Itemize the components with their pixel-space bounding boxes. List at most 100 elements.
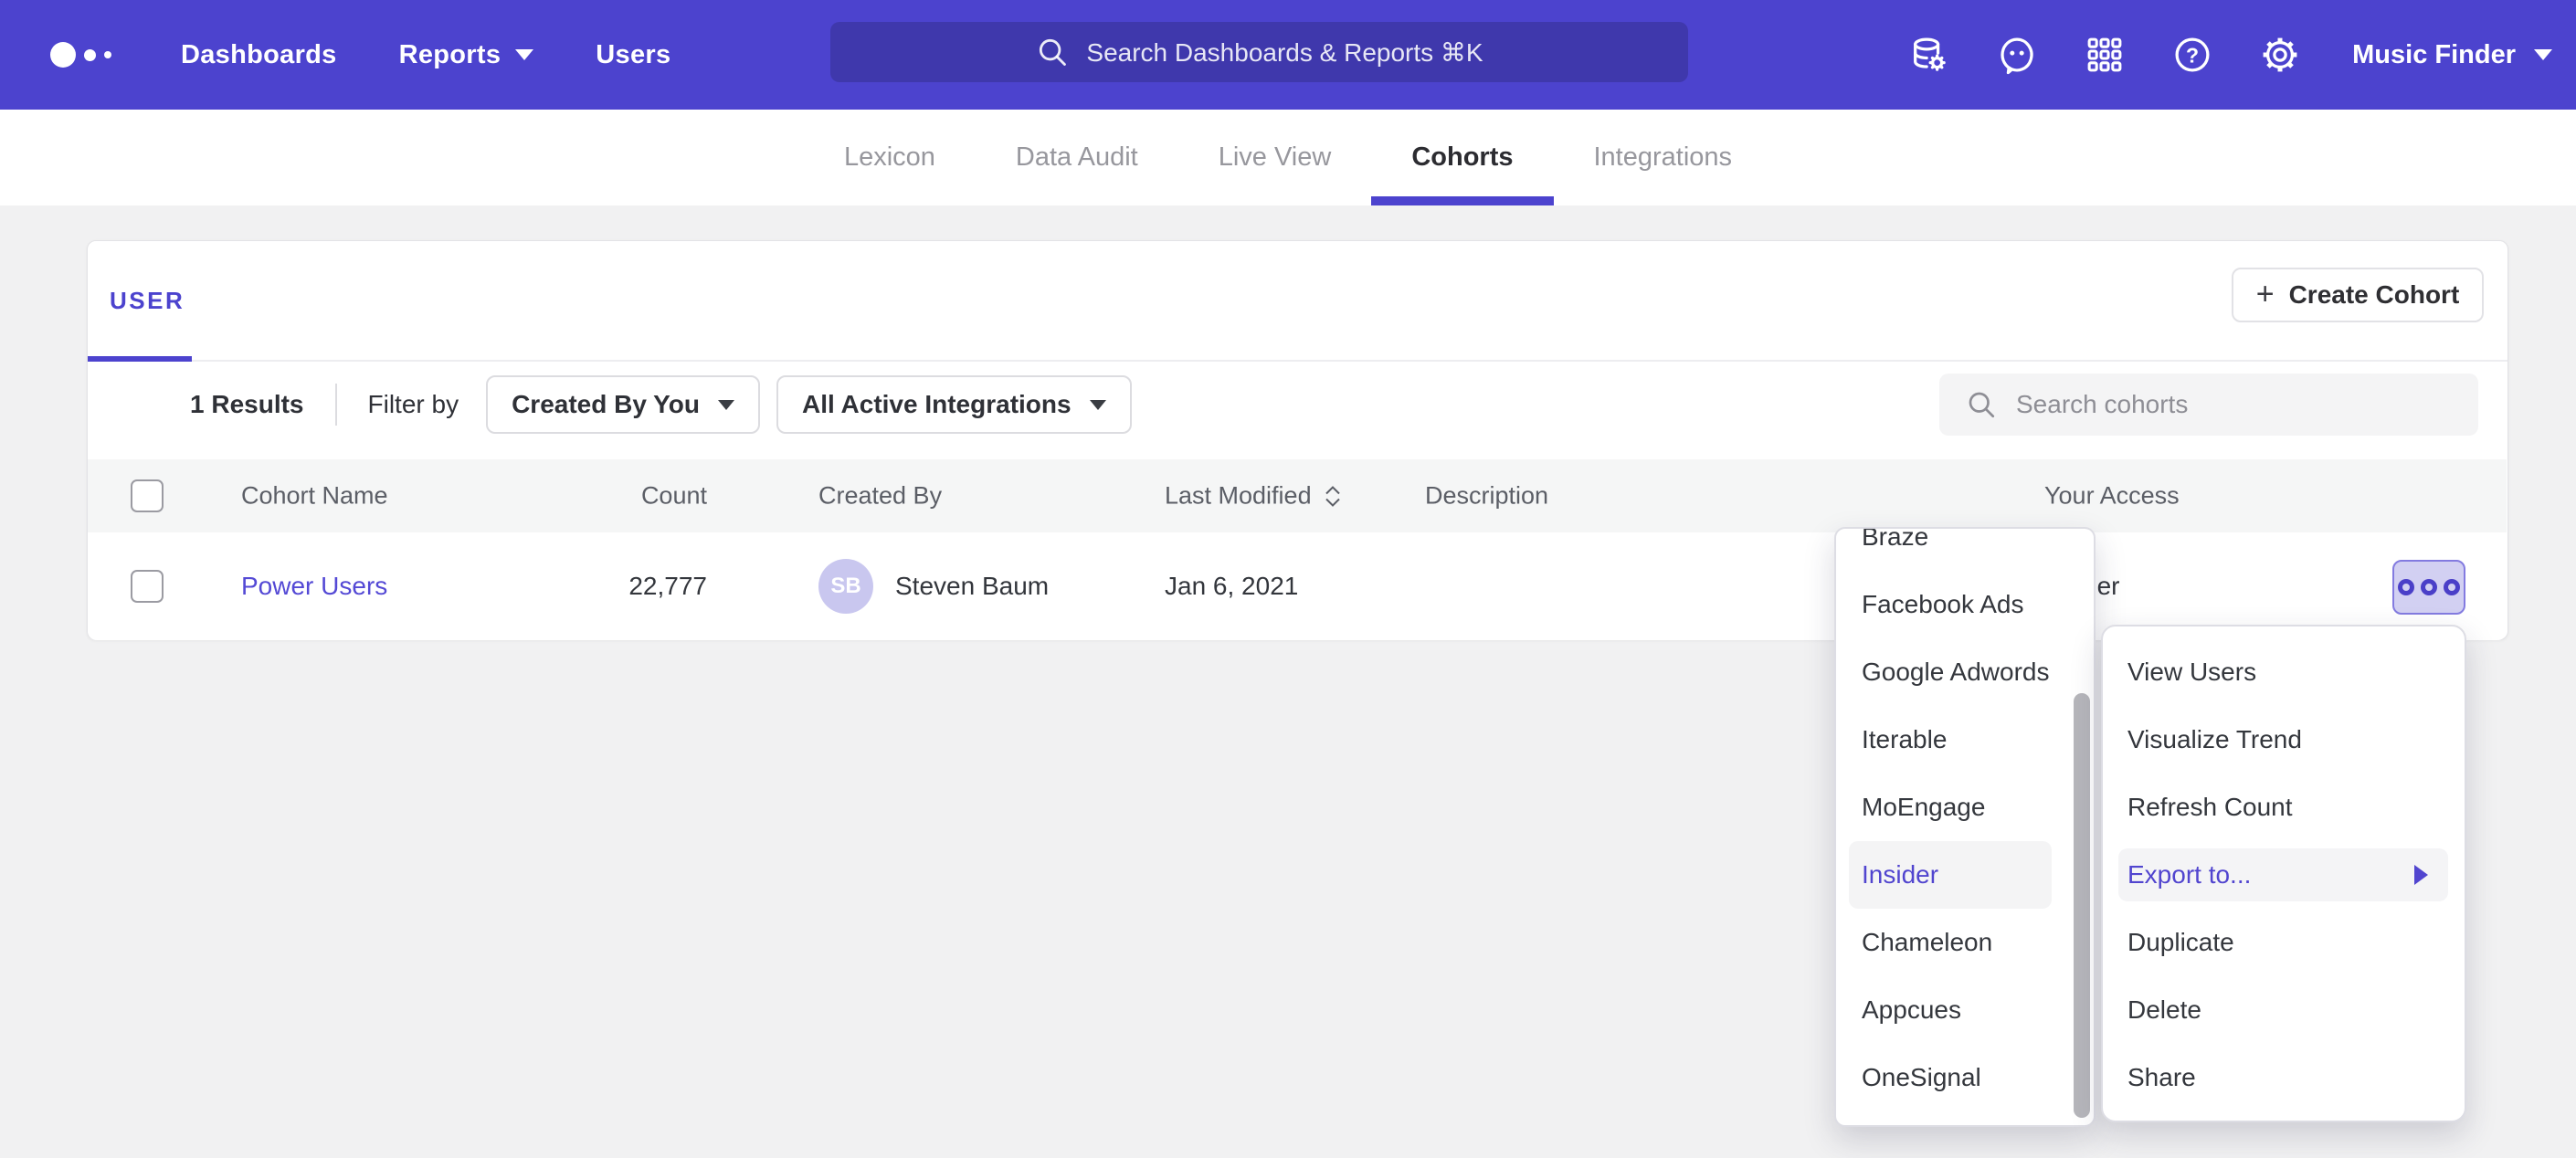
sort-icon [1325, 485, 1341, 507]
created-by-filter-value: Created By You [512, 390, 700, 419]
column-header-created-by: Created By [818, 482, 942, 511]
menu-item-refresh-count[interactable]: Refresh Count [2103, 774, 2465, 841]
chevron-down-icon [718, 400, 734, 410]
column-header-label: Last Modified [1165, 482, 1312, 511]
tab-cohorts[interactable]: Cohorts [1371, 110, 1553, 205]
more-dots-icon [2421, 579, 2437, 595]
plus-icon: + [2256, 279, 2275, 310]
column-header-cohort-name: Cohort Name [241, 482, 388, 511]
submenu-item-label: OneSignal [1862, 1063, 1981, 1092]
menu-item-view-users[interactable]: View Users [2103, 638, 2465, 706]
nav-item-users[interactable]: Users [596, 40, 670, 70]
logo-dot-icon [84, 49, 96, 61]
more-dots-icon [2398, 579, 2414, 595]
cohort-name-link[interactable]: Power Users [241, 572, 387, 600]
submenu-item-chameleon[interactable]: Chameleon [1836, 909, 2094, 976]
nav-item-dashboards[interactable]: Dashboards [181, 40, 337, 70]
column-header-last-modified[interactable]: Last Modified [1165, 482, 1341, 511]
cohorts-card: USER + Create Cohort 1 Results Filter by… [87, 240, 2508, 640]
menu-item-share[interactable]: Share [2103, 1044, 2465, 1111]
create-cohort-label: Create Cohort [2289, 280, 2460, 310]
tab-label: Live View [1219, 142, 1332, 173]
global-search-input[interactable]: Search Dashboards & Reports ⌘K [830, 22, 1688, 82]
nav-item-label: Reports [399, 40, 501, 70]
submenu-item-label: Iterable [1862, 725, 1947, 754]
results-count: 1 Results [190, 390, 304, 419]
chevron-down-icon [2534, 49, 2552, 60]
select-all-checkbox[interactable] [131, 479, 164, 512]
row-more-actions-button[interactable] [2392, 560, 2465, 615]
menu-item-label: Delete [2127, 995, 2201, 1025]
submenu-item-label: Facebook Ads [1862, 590, 2023, 619]
card-header-divider [88, 360, 2507, 362]
create-cohort-button[interactable]: + Create Cohort [2232, 268, 2484, 322]
tab-integrations[interactable]: Integrations [1554, 110, 1773, 205]
integrations-filter-value: All Active Integrations [802, 390, 1072, 419]
feedback-icon[interactable] [1996, 34, 2038, 76]
menu-item-label: Duplicate [2127, 928, 2234, 957]
created-by-filter-dropdown[interactable]: Created By You [486, 375, 760, 434]
menu-item-label: Refresh Count [2127, 793, 2293, 822]
integrations-filter-dropdown[interactable]: All Active Integrations [776, 375, 1132, 434]
export-to-submenu: Braze Facebook Ads Google Adwords Iterab… [1834, 527, 2096, 1127]
submenu-item-label: Insider [1862, 860, 1938, 890]
menu-item-label: Share [2127, 1063, 2196, 1092]
submenu-item-onesignal[interactable]: OneSignal [1836, 1044, 2094, 1111]
submenu-item-moengage[interactable]: MoEngage [1836, 774, 2094, 841]
navbar-left: Dashboards Reports Users [50, 0, 702, 110]
svg-text:?: ? [2186, 43, 2199, 67]
submenu-item-google-adwords[interactable]: Google Adwords [1836, 638, 2094, 706]
column-header-your-access: Your Access [2044, 482, 2180, 511]
more-dots-icon [2444, 579, 2460, 595]
project-switcher[interactable]: Music Finder [2352, 40, 2552, 70]
submenu-arrow-icon [2414, 865, 2428, 885]
search-cohorts-input[interactable]: Search cohorts [1939, 374, 2478, 436]
submenu-item-facebook-ads[interactable]: Facebook Ads [1836, 571, 2094, 638]
data-management-icon[interactable] [1908, 34, 1950, 76]
vertical-divider [335, 384, 337, 426]
nav-item-reports[interactable]: Reports [399, 40, 534, 70]
search-cohorts-placeholder: Search cohorts [2016, 390, 2188, 419]
tab-data-audit[interactable]: Data Audit [976, 110, 1178, 205]
chevron-down-icon [1090, 400, 1106, 410]
project-name: Music Finder [2352, 40, 2516, 70]
menu-item-duplicate[interactable]: Duplicate [2103, 909, 2465, 976]
submenu-item-insider[interactable]: Insider [1836, 841, 2094, 909]
submenu-item-braze[interactable]: Braze [1836, 527, 2094, 571]
tab-lexicon[interactable]: Lexicon [804, 110, 976, 205]
export-to-submenu-list: Braze Facebook Ads Google Adwords Iterab… [1836, 527, 2094, 1111]
row-context-menu: View Users Visualize Trend Refresh Count… [2101, 625, 2466, 1122]
submenu-item-appcues[interactable]: Appcues [1836, 976, 2094, 1044]
row-context-menu-list: View Users Visualize Trend Refresh Count… [2103, 638, 2465, 1111]
menu-item-export-to[interactable]: Export to... [2103, 841, 2465, 909]
row-checkbox-cell [131, 570, 164, 603]
last-modified-value: Jan 6, 2021 [1165, 572, 1298, 601]
search-icon [1965, 388, 1998, 421]
user-tab-underline [88, 356, 192, 362]
submenu-item-iterable[interactable]: Iterable [1836, 706, 2094, 774]
menu-item-label: View Users [2127, 658, 2256, 687]
filter-row: 1 Results Filter by Created By You All A… [190, 374, 1148, 436]
cohort-type-tab-user[interactable]: USER [110, 287, 185, 315]
submenu-scrollbar-thumb[interactable] [2074, 693, 2090, 1118]
tab-live-view[interactable]: Live View [1178, 110, 1372, 205]
nav-item-label: Users [596, 40, 670, 70]
menu-item-label: Export to... [2127, 860, 2251, 890]
row-checkbox[interactable] [131, 570, 164, 603]
settings-gear-icon[interactable] [2259, 34, 2301, 76]
tab-label: Data Audit [1016, 142, 1138, 173]
tab-label: Cohorts [1411, 142, 1513, 173]
menu-item-visualize-trend[interactable]: Visualize Trend [2103, 706, 2465, 774]
submenu-item-label: Chameleon [1862, 928, 1992, 957]
apps-grid-icon[interactable] [2084, 34, 2126, 76]
navbar-right: ? Music Finder [1908, 0, 2552, 110]
cohort-count-value: 22,777 [581, 572, 707, 601]
section-tabs: Lexicon Data Audit Live View Cohorts Int… [0, 110, 2576, 205]
column-header-description: Description [1425, 482, 1548, 511]
brand-logo-icon[interactable] [50, 42, 111, 68]
created-by-cell: SB Steven Baum [818, 559, 1049, 614]
help-icon[interactable]: ? [2171, 34, 2213, 76]
column-header-count: Count [581, 482, 707, 511]
menu-item-delete[interactable]: Delete [2103, 976, 2465, 1044]
avatar: SB [818, 559, 873, 614]
